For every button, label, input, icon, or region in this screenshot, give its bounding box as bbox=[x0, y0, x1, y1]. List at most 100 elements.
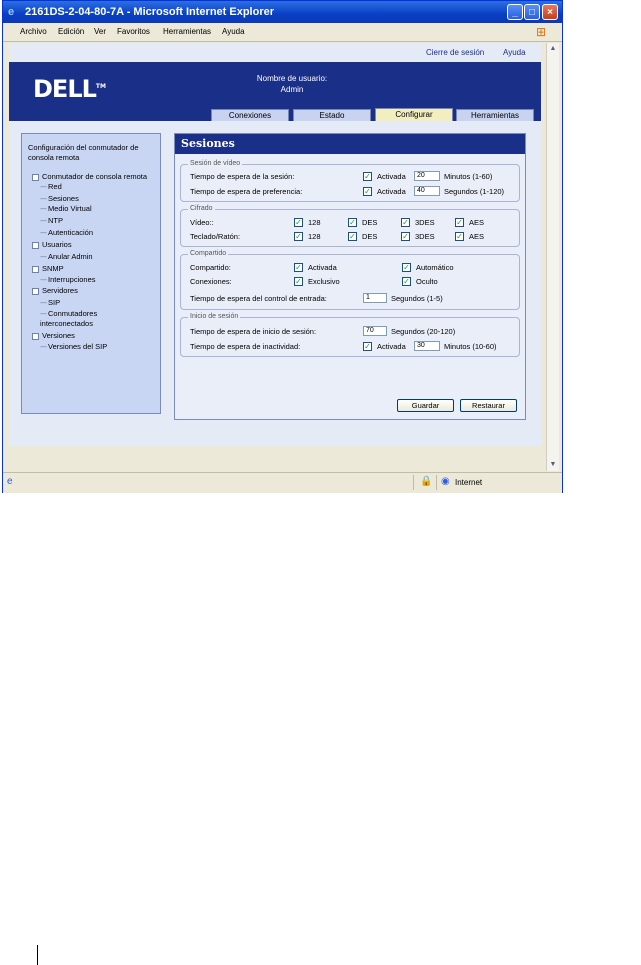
help-link[interactable]: Ayuda bbox=[503, 48, 526, 57]
tree-item-conmutadores[interactable]: ---- Conmutadores interconectados bbox=[40, 309, 150, 329]
reset-button[interactable]: Restaurar bbox=[460, 399, 517, 412]
tree-expander-icon bbox=[32, 241, 39, 249]
connections-label: Conexiones: bbox=[190, 277, 232, 286]
session-timeout-label: Tiempo de espera de la sesión: bbox=[190, 172, 295, 181]
exclusive-checkbox[interactable]: ✓ bbox=[294, 277, 303, 286]
preemption-timeout-label: Tiempo de espera de preferencia: bbox=[190, 187, 303, 196]
sharing-legend: Compartido bbox=[188, 250, 229, 257]
encryption-group: Cifrado Vídeo:: ✓ 128 ✓ DES ✓ 3DES ✓ AES… bbox=[180, 205, 520, 247]
sessions-panel: Sesiones Sesión de vídeo Tiempo de esper… bbox=[174, 133, 526, 420]
video-128-checkbox[interactable]: ✓ bbox=[294, 218, 303, 227]
automatic-checkbox[interactable]: ✓ bbox=[402, 263, 411, 272]
tree-item-medio-virtual[interactable]: ---- Medio Virtual bbox=[40, 204, 92, 214]
save-button[interactable]: Guardar bbox=[397, 399, 454, 412]
tree-item-anular-admin[interactable]: ---- Anular Admin bbox=[40, 252, 93, 262]
tree-node-usuarios[interactable]: Usuarios bbox=[32, 240, 72, 250]
kb-3des-label: 3DES bbox=[415, 232, 435, 241]
menu-edicion[interactable]: Edición bbox=[58, 23, 84, 41]
tree-expander-icon bbox=[32, 265, 39, 273]
tree-item-interrupciones[interactable]: ---- Interrupciones bbox=[40, 275, 96, 285]
input-control-timeout-units: Segundos (1-5) bbox=[391, 294, 443, 303]
hidden-label: Oculto bbox=[416, 277, 438, 286]
login-legend: Inicio de sesión bbox=[188, 313, 241, 320]
minimize-button[interactable]: _ bbox=[507, 4, 523, 20]
window-title: 2161DS-2-04-80-7A - Microsoft Internet E… bbox=[25, 6, 274, 18]
inactivity-timeout-units: Minutos (10-60) bbox=[444, 342, 497, 351]
tree-item-sip[interactable]: ---- SIP bbox=[40, 298, 60, 308]
menu-favoritos[interactable]: Favoritos bbox=[117, 23, 150, 41]
preemption-enabled-label: Activada bbox=[377, 187, 406, 196]
kb-aes-checkbox[interactable]: ✓ bbox=[455, 232, 464, 241]
tab-configurar[interactable]: Configurar bbox=[375, 108, 453, 122]
encryption-legend: Cifrado bbox=[188, 205, 215, 212]
video-aes-checkbox[interactable]: ✓ bbox=[455, 218, 464, 227]
video-aes-label: AES bbox=[469, 218, 485, 227]
hidden-checkbox[interactable]: ✓ bbox=[402, 277, 411, 286]
menu-bar: Archivo Edición Ver Favoritos Herramient… bbox=[3, 23, 562, 42]
scroll-down-icon[interactable]: ▼ bbox=[547, 459, 559, 471]
tree-node-snmp[interactable]: SNMP bbox=[32, 264, 64, 274]
maximize-button[interactable]: □ bbox=[524, 4, 540, 20]
user-info: Nombre de usuario: Admin bbox=[237, 73, 347, 95]
kb-128-checkbox[interactable]: ✓ bbox=[294, 232, 303, 241]
page-content: Cierre de sesión Ayuda DELLTM Nombre de … bbox=[9, 43, 541, 446]
input-control-timeout-label: Tiempo de espera del control de entrada: bbox=[190, 294, 327, 303]
windows-flag-icon: ⊞ bbox=[536, 25, 547, 39]
vertical-scrollbar[interactable]: ▲ ▼ bbox=[546, 43, 559, 471]
zone-cell bbox=[436, 475, 547, 490]
tree-expander-icon bbox=[32, 173, 39, 181]
tree-node-servidores[interactable]: Servidores bbox=[32, 286, 78, 296]
login-timeout-input[interactable]: 70 bbox=[363, 326, 387, 336]
video-encryption-label: Vídeo:: bbox=[190, 218, 214, 227]
menu-ver[interactable]: Ver bbox=[94, 23, 106, 41]
menu-ayuda[interactable]: Ayuda bbox=[222, 23, 245, 41]
kb-128-label: 128 bbox=[308, 232, 321, 241]
kb-des-label: DES bbox=[362, 232, 378, 241]
tree-item-sesiones[interactable]: ---- Sesiones bbox=[40, 194, 79, 204]
title-bar[interactable]: e 2161DS-2-04-80-7A - Microsoft Internet… bbox=[3, 1, 562, 23]
shared-label: Compartido: bbox=[190, 263, 231, 272]
menu-herramientas[interactable]: Herramientas bbox=[163, 23, 211, 41]
inactivity-enabled-label: Activada bbox=[377, 342, 406, 351]
panel-title: Sesiones bbox=[175, 134, 525, 154]
menu-archivo[interactable]: Archivo bbox=[20, 23, 47, 41]
inactivity-timeout-label: Tiempo de espera de inactividad: bbox=[190, 342, 301, 351]
sidebar-title: Configuración del conmutador de consola … bbox=[28, 143, 139, 162]
logout-link[interactable]: Cierre de sesión bbox=[426, 48, 484, 57]
video-3des-label: 3DES bbox=[415, 218, 435, 227]
tree-item-autenticacion[interactable]: ---- Autenticación bbox=[40, 228, 93, 238]
session-timeout-input[interactable]: 20 bbox=[414, 171, 440, 181]
video-des-checkbox[interactable]: ✓ bbox=[348, 218, 357, 227]
preemption-timeout-input[interactable]: 40 bbox=[414, 186, 440, 196]
kb-3des-checkbox[interactable]: ✓ bbox=[401, 232, 410, 241]
close-button[interactable]: × bbox=[542, 4, 558, 20]
sharing-group: Compartido Compartido: ✓ Activada ✓ Auto… bbox=[180, 250, 520, 310]
kb-mouse-encryption-label: Teclado/Ratón: bbox=[190, 232, 241, 241]
internet-zone-icon: ◉ bbox=[441, 476, 450, 487]
video-3des-checkbox[interactable]: ✓ bbox=[401, 218, 410, 227]
input-control-timeout-input[interactable]: 1 bbox=[363, 293, 387, 303]
lock-icon: 🔒 bbox=[420, 476, 433, 487]
login-timeout-label: Tiempo de espera de inicio de sesión: bbox=[190, 327, 317, 336]
scroll-up-icon[interactable]: ▲ bbox=[547, 43, 559, 55]
inactivity-timeout-input[interactable]: 30 bbox=[414, 341, 440, 351]
tree-node-conmutador[interactable]: Conmutador de consola remota bbox=[32, 172, 147, 182]
top-links-bar: Cierre de sesión Ayuda bbox=[9, 43, 541, 62]
tree-item-red[interactable]: ---- Red bbox=[40, 182, 62, 192]
internet-zone-label: Internet bbox=[455, 478, 483, 487]
kb-des-checkbox[interactable]: ✓ bbox=[348, 232, 357, 241]
video-128-label: 128 bbox=[308, 218, 321, 227]
tree-item-ntp[interactable]: ---- NTP bbox=[40, 216, 63, 226]
session-timeout-checkbox[interactable]: ✓ bbox=[363, 172, 372, 181]
status-bar: e 🔒 ◉ Internet bbox=[3, 472, 562, 493]
login-timeout-units: Segundos (20-120) bbox=[391, 327, 456, 336]
shared-enabled-checkbox[interactable]: ✓ bbox=[294, 263, 303, 272]
shared-enabled-label: Activada bbox=[308, 263, 337, 272]
exclusive-label: Exclusivo bbox=[308, 277, 340, 286]
preemption-timeout-units: Segundos (1-120) bbox=[444, 187, 505, 196]
preemption-timeout-checkbox[interactable]: ✓ bbox=[363, 187, 372, 196]
tree-item-versiones-sip[interactable]: ---- Versiones del SIP bbox=[40, 342, 107, 352]
login-group: Inicio de sesión Tiempo de espera de ini… bbox=[180, 313, 520, 357]
inactivity-checkbox[interactable]: ✓ bbox=[363, 342, 372, 351]
tree-node-versiones[interactable]: Versiones bbox=[32, 331, 75, 341]
